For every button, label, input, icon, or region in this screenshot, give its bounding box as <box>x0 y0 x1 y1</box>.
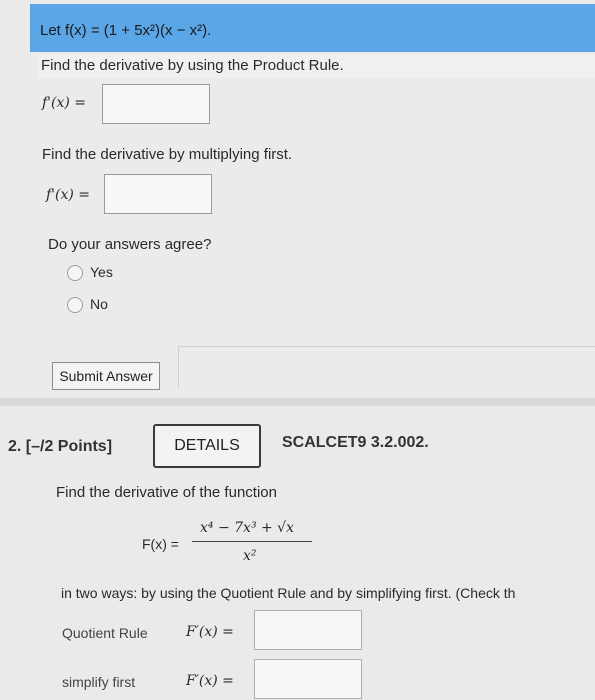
function-lhs: F(x) = <box>142 536 179 552</box>
quotient-rule-label: Quotient Rule <box>62 625 148 641</box>
radio-yes-label: Yes <box>90 264 113 280</box>
derivative-label-2: f'(x) = <box>46 187 91 203</box>
q2-instruction: Find the derivative of the function <box>56 484 277 501</box>
simplify-Fprime-label: F′(x) = <box>186 673 234 689</box>
multiply-first-instruction: Find the derivative by multiplying first… <box>42 146 293 163</box>
product-rule-answer-box[interactable] <box>102 84 210 124</box>
submit-answer-button[interactable]: Submit Answer <box>52 362 160 390</box>
derivative-label-1: f'(x) = <box>42 95 87 111</box>
ways-text: in two ways: by using the Quotient Rule … <box>61 585 516 601</box>
question-1-panel: Let f(x) = (1 + 5x²)(x − x²). Find the d… <box>0 0 595 398</box>
course-code: SCALCET9 3.2.002. <box>282 434 429 451</box>
function-numerator: x⁴ − 7x³ + √x <box>200 520 295 536</box>
radio-yes[interactable] <box>67 265 83 281</box>
fraction-bar <box>192 541 312 542</box>
notes-area-border-left <box>178 346 179 388</box>
simplify-label: simplify first <box>62 674 136 690</box>
radio-no-label: No <box>90 296 108 312</box>
function-denominator: x² <box>243 548 257 564</box>
product-rule-instruction: Find the derivative by using the Product… <box>38 54 595 78</box>
question-number: 2. [–/2 Points] <box>8 438 113 455</box>
multiply-first-answer-box[interactable] <box>104 174 212 214</box>
notes-area-border <box>178 346 595 347</box>
simplify-answer-box[interactable] <box>254 659 362 699</box>
quotient-rule-answer-box[interactable] <box>254 610 362 650</box>
question-divider <box>0 398 595 406</box>
question-prompt: Let f(x) = (1 + 5x²)(x − x²). <box>40 22 212 39</box>
quotient-Fprime-label: F′(x) = <box>186 624 234 640</box>
agree-question: Do your answers agree? <box>48 236 212 253</box>
details-button[interactable]: DETAILS <box>153 424 261 468</box>
radio-no[interactable] <box>67 297 83 313</box>
